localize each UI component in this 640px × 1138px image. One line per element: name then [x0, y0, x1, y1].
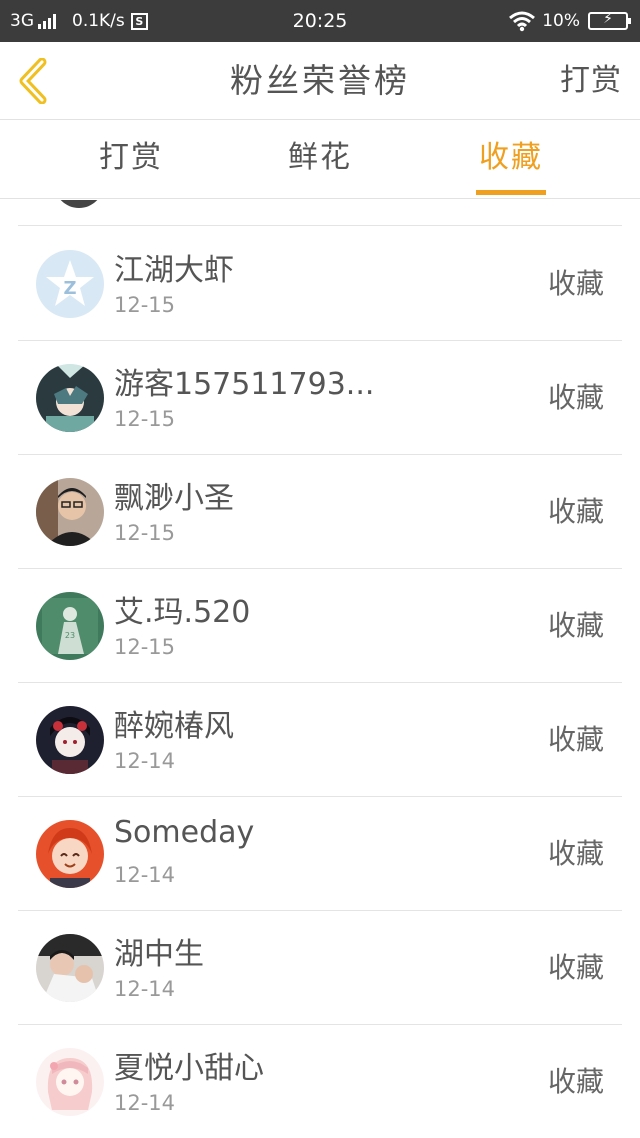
item-date: 12-14 — [114, 749, 176, 773]
tab-favorites[interactable]: 收藏 — [476, 121, 546, 199]
avatar — [36, 820, 104, 888]
item-date: 12-15 — [114, 293, 176, 317]
avatar: 23 — [36, 592, 104, 660]
item-action: 收藏 — [547, 723, 604, 756]
list-item[interactable]: 夏悦小甜心 12-14 收藏 — [18, 1025, 622, 1138]
item-date: 12-15 — [114, 407, 176, 431]
tab-flowers-label: 鲜花 — [288, 140, 352, 175]
list-item[interactable]: 醉婉椿风 12-14 收藏 — [18, 683, 622, 797]
avatar — [36, 478, 104, 546]
avatar — [36, 1048, 104, 1116]
user-name: 湖中生 — [114, 937, 204, 972]
item-date: 12-14 — [114, 977, 176, 1001]
user-name: 夏悦小甜心 — [114, 1051, 264, 1086]
svg-text:23: 23 — [65, 631, 75, 640]
item-action: 收藏 — [547, 267, 604, 300]
wifi-icon — [509, 11, 536, 32]
list-item[interactable]: 湖中生 12-14 收藏 — [18, 911, 622, 1025]
tab-flowers[interactable]: 鲜花 — [285, 121, 355, 199]
item-action: 收藏 — [547, 381, 604, 414]
battery-percent: 10% — [542, 11, 580, 31]
item-action: 收藏 — [547, 495, 604, 528]
battery-charging-icon: ⚡ — [588, 11, 631, 30]
list-item[interactable]: 飘渺小圣 12-15 收藏 — [18, 455, 622, 569]
tab-bar: 打赏 鲜花 收藏 — [0, 121, 640, 199]
active-tab-indicator — [476, 190, 546, 195]
tab-reward[interactable]: 打赏 — [96, 121, 166, 199]
user-name: 醉婉椿风 — [114, 709, 234, 744]
avatar — [36, 706, 104, 774]
reward-button[interactable]: 打赏 — [560, 42, 622, 120]
user-name: 游客157511793... — [114, 367, 375, 402]
item-action: 收藏 — [547, 837, 604, 870]
item-action: 收藏 — [547, 609, 604, 642]
list-item[interactable]: Someday 12-14 收藏 — [18, 797, 622, 911]
tab-reward-label: 打赏 — [99, 140, 163, 175]
user-name: 艾.玛.520 — [114, 595, 251, 630]
user-name: Someday — [114, 815, 255, 850]
user-name: 江湖大虾 — [114, 253, 234, 288]
item-action: 收藏 — [547, 1065, 604, 1098]
item-date: 12-14 — [114, 863, 176, 887]
item-date: 12-15 — [114, 635, 176, 659]
list-item[interactable]: Z 江湖大虾 12-15 收藏 — [18, 227, 622, 341]
user-name: 飘渺小圣 — [114, 481, 234, 516]
list-item[interactable]: 23 艾.玛.520 12-15 收藏 — [18, 569, 622, 683]
page-title: 粉丝荣誉榜 — [230, 61, 410, 100]
avatar — [36, 364, 104, 432]
status-bar: 3G 0.1K/s S 20:25 10% ⚡ — [0, 0, 640, 42]
avatar — [36, 934, 104, 1002]
list-item-partial — [18, 200, 622, 226]
item-action: 收藏 — [547, 951, 604, 984]
fans-list[interactable]: Z 江湖大虾 12-15 收藏 游客157511793... 12-15 收藏 … — [0, 200, 640, 1138]
tab-favorites-label: 收藏 — [479, 140, 543, 175]
item-date: 12-14 — [114, 1091, 176, 1115]
item-date: 12-15 — [114, 521, 176, 545]
nav-bar: 粉丝荣誉榜 打赏 — [0, 42, 640, 120]
avatar — [54, 200, 104, 208]
avatar: Z — [36, 250, 104, 318]
svg-text:Z: Z — [63, 278, 76, 299]
list-item[interactable]: 游客157511793... 12-15 收藏 — [18, 341, 622, 455]
